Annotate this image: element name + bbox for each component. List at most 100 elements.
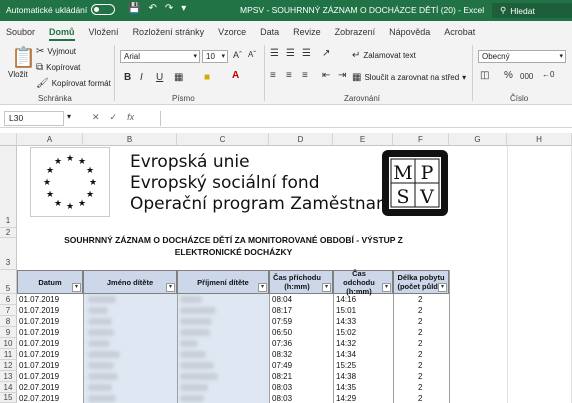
- wrap-text-button[interactable]: ↵ Zalamovat text: [352, 50, 416, 61]
- row-header-3[interactable]: 3: [0, 238, 17, 270]
- cancel-icon[interactable]: ✕: [92, 112, 100, 123]
- cell-delka[interactable]: 2: [418, 349, 422, 360]
- merge-center-button[interactable]: ▦ Sloučit a zarovnat na střed ▾: [352, 72, 466, 83]
- align-middle-icon[interactable]: ☰: [286, 48, 295, 59]
- increase-indent-icon[interactable]: ⇥: [338, 70, 346, 81]
- row-header-2[interactable]: 2: [0, 228, 17, 238]
- row-header-12[interactable]: 12: [0, 360, 17, 371]
- cell-datum[interactable]: 01.07.2019: [19, 371, 59, 382]
- save-icon[interactable]: 💾: [128, 3, 140, 14]
- column-header-b[interactable]: B: [83, 133, 177, 146]
- copy-button[interactable]: ⧉ Kopírovat: [36, 62, 80, 73]
- cell-datum[interactable]: 01.07.2019: [19, 305, 59, 316]
- align-right-icon[interactable]: ≡: [302, 70, 308, 81]
- cell-odchod[interactable]: 14:16: [336, 294, 356, 305]
- cell-odchod[interactable]: 14:38: [336, 371, 356, 382]
- filter-dropdown-icon[interactable]: ▾: [382, 283, 391, 292]
- column-header-g[interactable]: G: [449, 133, 507, 146]
- underline-button[interactable]: U: [156, 72, 163, 83]
- borders-icon[interactable]: ▦: [174, 72, 183, 83]
- redo-icon[interactable]: ↷: [165, 3, 173, 14]
- align-center-icon[interactable]: ≡: [286, 70, 292, 81]
- paste-button[interactable]: Vložit: [8, 70, 28, 79]
- cell-prichod[interactable]: 07:59: [272, 316, 292, 327]
- filter-dropdown-icon[interactable]: ▾: [438, 283, 447, 292]
- cell-delka[interactable]: 2: [418, 327, 422, 338]
- cell-datum[interactable]: 01.07.2019: [19, 338, 59, 349]
- increase-decimal-icon[interactable]: ←0: [542, 70, 554, 79]
- decrease-indent-icon[interactable]: ⇤: [322, 70, 330, 81]
- grow-font-icon[interactable]: Aˆ: [233, 50, 242, 60]
- tab-acrobat[interactable]: Acrobat: [444, 27, 475, 41]
- tab-napoveda[interactable]: Nápověda: [389, 27, 430, 41]
- select-all-corner[interactable]: [0, 133, 17, 146]
- row-header-5[interactable]: 5: [0, 270, 17, 294]
- cell-prichod[interactable]: 08:04: [272, 294, 292, 305]
- cell-datum[interactable]: 01.07.2019: [19, 316, 59, 327]
- row-header-10[interactable]: 10: [0, 338, 17, 349]
- format-painter-button[interactable]: 🖌 Kopírovat formát: [36, 78, 111, 89]
- cell-prichod[interactable]: 08:03: [272, 382, 292, 393]
- orientation-icon[interactable]: ↗: [322, 48, 330, 59]
- cell-prichod[interactable]: 08:03: [272, 393, 292, 403]
- cell-odchod[interactable]: 14:33: [336, 316, 356, 327]
- tab-soubor[interactable]: Soubor: [6, 27, 35, 41]
- cell-datum[interactable]: 02.07.2019: [19, 393, 59, 403]
- autosave-toggle[interactable]: [91, 4, 116, 15]
- cell-prichod[interactable]: 08:32: [272, 349, 292, 360]
- row-header-14[interactable]: 14: [0, 382, 17, 393]
- cell-delka[interactable]: 2: [418, 382, 422, 393]
- bold-button[interactable]: B: [124, 72, 131, 83]
- cell-odchod[interactable]: 14:35: [336, 382, 356, 393]
- cell-delka[interactable]: 2: [418, 393, 422, 403]
- filter-dropdown-icon[interactable]: ▾: [72, 283, 81, 292]
- tab-domu[interactable]: Domů: [49, 27, 75, 41]
- autosave[interactable]: Automatické ukládání: [6, 4, 116, 15]
- filter-dropdown-icon[interactable]: ▾: [322, 283, 331, 292]
- chevron-down-icon[interactable]: ▾: [67, 112, 71, 121]
- cell-delka[interactable]: 2: [418, 294, 422, 305]
- search-box[interactable]: ⚲ Hledat: [492, 3, 572, 18]
- tab-rozlozeni-stranky[interactable]: Rozložení stránky: [133, 27, 205, 41]
- accounting-format-icon[interactable]: ◫: [480, 70, 489, 81]
- shrink-font-icon[interactable]: Aˇ: [248, 50, 256, 59]
- italic-button[interactable]: I: [140, 72, 143, 83]
- filter-dropdown-icon[interactable]: ▾: [258, 283, 267, 292]
- column-header-e[interactable]: E: [333, 133, 393, 146]
- column-header-f[interactable]: F: [393, 133, 449, 146]
- cell-prichod[interactable]: 07:36: [272, 338, 292, 349]
- number-format-combo[interactable]: Obecný ▾: [478, 50, 566, 63]
- thousands-button[interactable]: 000: [520, 72, 533, 81]
- column-header-h[interactable]: H: [507, 133, 572, 146]
- fill-color-icon[interactable]: ■: [204, 72, 210, 83]
- cut-button[interactable]: ✂ Vyjmout: [36, 46, 76, 57]
- font-size-combo[interactable]: 10 ▾: [202, 50, 228, 63]
- tab-vlozeni[interactable]: Vložení: [89, 27, 119, 41]
- cell-datum[interactable]: 01.07.2019: [19, 327, 59, 338]
- tab-revize[interactable]: Revize: [293, 27, 321, 41]
- formula-input[interactable]: [160, 111, 568, 126]
- row-header-9[interactable]: 9: [0, 327, 17, 338]
- cell-datum[interactable]: 02.07.2019: [19, 382, 59, 393]
- cell-delka[interactable]: 2: [418, 316, 422, 327]
- tab-vzorce[interactable]: Vzorce: [218, 27, 246, 41]
- cell-odchod[interactable]: 15:02: [336, 327, 356, 338]
- undo-icon[interactable]: ↶: [148, 3, 156, 14]
- row-header-1[interactable]: 1: [0, 146, 17, 228]
- name-box[interactable]: L30: [4, 111, 64, 126]
- align-top-icon[interactable]: ☰: [270, 48, 279, 59]
- filter-dropdown-icon[interactable]: ▾: [166, 283, 175, 292]
- cell-delka[interactable]: 2: [418, 371, 422, 382]
- cell-delka[interactable]: 2: [418, 360, 422, 371]
- cell-datum[interactable]: 01.07.2019: [19, 360, 59, 371]
- row-header-13[interactable]: 13: [0, 371, 17, 382]
- cell-odchod[interactable]: 15:01: [336, 305, 356, 316]
- enter-icon[interactable]: ✓: [110, 112, 118, 123]
- row-header-7[interactable]: 7: [0, 305, 17, 316]
- insert-function-button[interactable]: fx: [127, 112, 134, 123]
- cell-odchod[interactable]: 15:25: [336, 360, 356, 371]
- row-header-6[interactable]: 6: [0, 294, 17, 305]
- tab-zobrazeni[interactable]: Zobrazení: [335, 27, 376, 41]
- cell-datum[interactable]: 01.07.2019: [19, 294, 59, 305]
- align-bottom-icon[interactable]: ☰: [302, 48, 311, 59]
